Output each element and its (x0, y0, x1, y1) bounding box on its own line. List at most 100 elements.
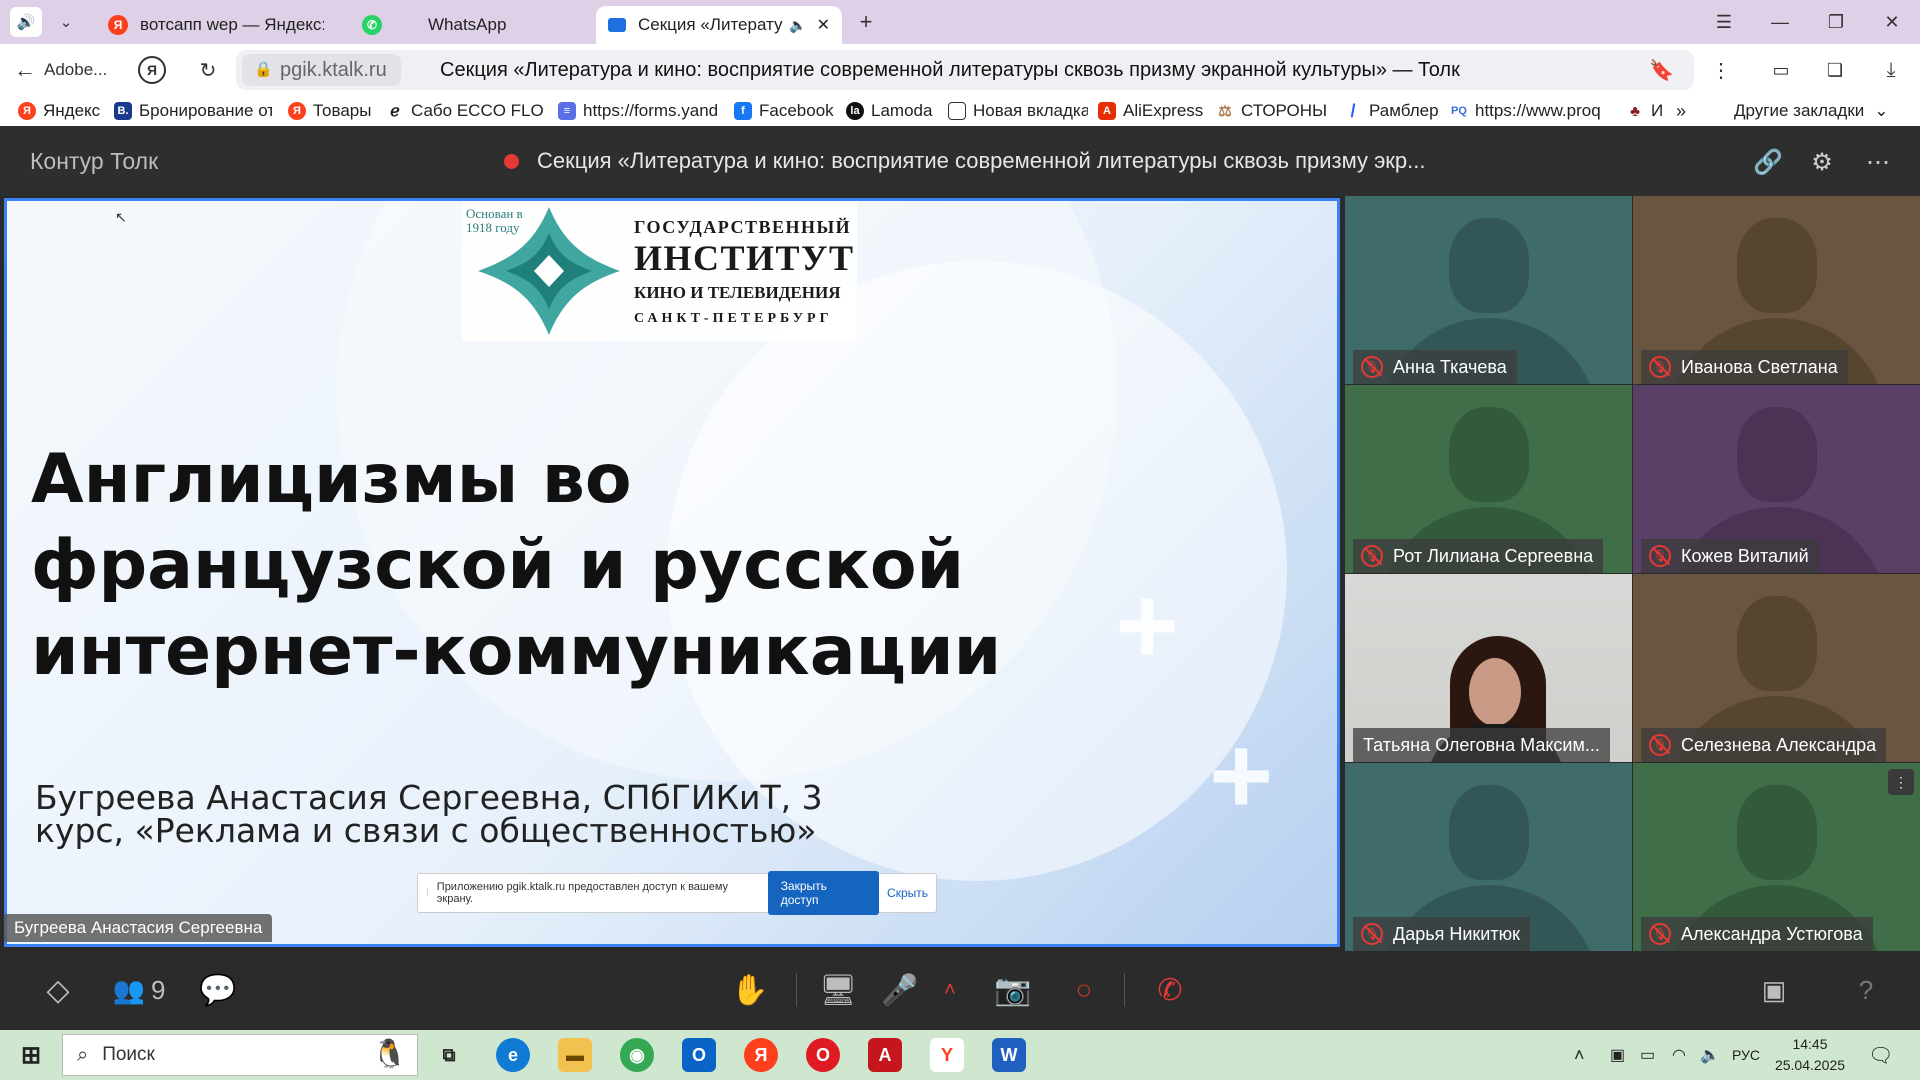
participant-tile[interactable]: 🎙 Анна Ткачева (1345, 196, 1632, 384)
outlook-icon[interactable]: O (682, 1038, 716, 1072)
participant-tile[interactable]: 🎙 Рот Лилиана Сергеевна (1345, 385, 1632, 573)
mic-off-icon: 🎙 (1649, 734, 1671, 756)
tab-list-chevron-icon[interactable]: ⌄ (50, 7, 82, 37)
gear-icon[interactable]: ⚙ (1806, 146, 1838, 178)
stop-sharing-button[interactable]: Закрыть доступ (767, 871, 880, 915)
collections-icon[interactable]: ❏ (1818, 54, 1852, 86)
tab-yandex-search[interactable]: Я вотсапп wep — Яндекс: на (96, 6, 336, 44)
bookmark-item[interactable]: ♣ И (1626, 98, 1662, 124)
participant-tile[interactable]: 🎙 Селезнева Александра (1633, 574, 1920, 762)
bookmark-item[interactable]: Я Товары (288, 98, 374, 124)
taskbar-clock[interactable]: 14:45 25.04.2025 (1770, 1034, 1850, 1076)
domain-pill[interactable]: 🔒 pgik.ktalk.ru (242, 54, 401, 86)
omnibox[interactable]: 🔒 pgik.ktalk.ru Секция «Литература и кин… (236, 50, 1694, 90)
bookmark-item[interactable]: PQ https://www.proq (1450, 98, 1610, 124)
bookmark-icon[interactable]: 🔖 (1649, 58, 1674, 83)
bookmark-item[interactable]: A AliExpress (1098, 98, 1206, 124)
chat-icon[interactable]: 💬 (198, 969, 238, 1011)
link-icon[interactable]: 🔗 (1752, 146, 1784, 178)
screen-share-stage: + + ↖ Основан в 1918 году ГОСУДАРСТВЕННЫ… (0, 196, 1345, 951)
layout-icon[interactable]: ▣ (1754, 969, 1794, 1011)
participant-tile[interactable]: ⋮ 🎙 Александра Устюгова (1633, 763, 1920, 951)
lock-icon: 🔒 (254, 61, 273, 78)
chevron-down-icon: ⌄ (1874, 101, 1889, 120)
notifications-icon[interactable]: 🗨 (1868, 1030, 1893, 1080)
bookmark-item[interactable]: / Рамблер (1344, 98, 1438, 124)
volume-icon[interactable]: 🔈 (1700, 1030, 1720, 1080)
drag-handle-icon[interactable]: ⁞ (426, 888, 429, 899)
bookmark-item[interactable]: B. Бронирование от (114, 98, 272, 124)
app-brand[interactable]: Контур Толк (30, 126, 158, 196)
acrobat-icon[interactable]: A (868, 1038, 902, 1072)
help-icon[interactable]: ? (1848, 969, 1884, 1011)
close-window-icon[interactable]: ✕ (1864, 0, 1920, 44)
yandex-app-icon[interactable]: Я (744, 1038, 778, 1072)
mic-warning-icon[interactable]: 🎤 (880, 969, 920, 1011)
apps-shapes-icon[interactable]: ◇ (38, 969, 78, 1011)
screen-share-icon[interactable]: 🖥 (818, 969, 858, 1011)
tray-overflow-chevron-icon[interactable]: ˄ (1574, 1030, 1585, 1080)
edge-icon[interactable]: e (496, 1038, 530, 1072)
bookmark-item[interactable]: f Facebook (734, 98, 834, 124)
camera-off-icon[interactable]: 📷 (990, 969, 1036, 1011)
participant-tile[interactable]: 🎙 Кожев Виталий (1633, 385, 1920, 573)
bookmark-item[interactable]: ⚖ СТОРОНЫ (1216, 98, 1330, 124)
presentation-slide: + + ↖ Основан в 1918 году ГОСУДАРСТВЕННЫ… (4, 198, 1340, 947)
bookmark-item[interactable]: ≡ https://forms.yand (558, 98, 718, 124)
more-bookmarks-chevron-icon[interactable]: » (1676, 98, 1696, 124)
tab-audio-icon[interactable]: 🔈 (789, 17, 806, 34)
page-title: Секция «Литература и кино: восприятие со… (440, 58, 1460, 81)
participant-tile[interactable]: 🎙 Дарья Никитюк (1345, 763, 1632, 951)
bookmark-favicon-icon: Я (18, 102, 36, 120)
speaker-icon[interactable]: 🔊 (10, 7, 42, 37)
participant-name-bar: 🎙 Александра Устюгова (1641, 917, 1873, 951)
hide-notice-link[interactable]: Скрыть (887, 886, 928, 900)
word-icon[interactable]: W (992, 1038, 1026, 1072)
minimize-icon[interactable]: — (1752, 0, 1808, 44)
page-icon (948, 102, 966, 120)
wifi-icon[interactable]: ◠ (1672, 1030, 1686, 1080)
address-bar-row: ← Adobe... Я ↻ 🔒 pgik.ktalk.ru Секция «Л… (0, 44, 1920, 96)
participants-button[interactable]: 👥 9 (106, 969, 172, 1011)
bookmark-item[interactable]: Новая вкладка (948, 98, 1088, 124)
battery-saver-icon[interactable]: ▭ (1764, 54, 1798, 86)
screen-share-notice: ⁞ Приложению pgik.ktalk.ru предоставлен … (417, 871, 937, 915)
new-tab-button[interactable]: + (850, 7, 882, 37)
raise-hand-icon[interactable]: ✋ (730, 969, 770, 1011)
maximize-icon[interactable]: ❐ (1808, 0, 1864, 44)
bookmarks-bar: Я Яндекс B. Бронирование от Я Товары ℯ Сабо … (0, 96, 1920, 126)
tab-ktalk-active[interactable]: Секция «Литератур 🔈 ✕ (596, 6, 842, 44)
yandex-browser-icon[interactable]: Y (930, 1038, 964, 1072)
file-explorer-icon[interactable]: ▬ (558, 1038, 592, 1072)
downloads-icon[interactable]: ⤓ (1874, 54, 1908, 86)
task-view-icon[interactable]: ⧉ (432, 1038, 466, 1072)
participant-name-bar: 🎙 Дарья Никитюк (1353, 917, 1530, 951)
reload-icon[interactable]: ↻ (192, 54, 224, 86)
hang-up-icon[interactable]: ✆ (1150, 969, 1190, 1011)
participant-tile-video[interactable]: Татьяна Олеговна Максим... (1345, 574, 1632, 762)
record-icon[interactable]: ○ (1064, 969, 1104, 1011)
windows-start-icon[interactable]: ⊞ (14, 1038, 48, 1072)
decorative-plus-icon: + (1209, 714, 1274, 837)
close-tab-icon[interactable]: ✕ (817, 15, 830, 35)
video-icon (608, 18, 626, 32)
participant-tile[interactable]: 🎙 Иванова Светлана (1633, 196, 1920, 384)
more-horizontal-icon[interactable]: ⋯ (1862, 146, 1894, 178)
taskbar-search-input[interactable]: ⌕ Поиск 🐧 (62, 1034, 418, 1076)
more-vertical-icon[interactable]: ⋮ (1706, 54, 1736, 86)
language-indicator[interactable]: РУС (1732, 1030, 1760, 1080)
tabs-menu-icon[interactable]: ☰ (1696, 0, 1752, 44)
mic-options-chevron-icon[interactable]: ˄ (938, 969, 962, 1011)
bookmark-item[interactable]: Я Яндекс (18, 98, 118, 124)
tile-menu-icon[interactable]: ⋮ (1888, 769, 1914, 795)
chrome-icon[interactable]: ◉ (620, 1038, 654, 1072)
back-button[interactable]: ← Adobe... (14, 54, 107, 86)
yandex-button-icon[interactable]: Я (138, 56, 166, 84)
other-bookmarks[interactable]: Другие закладки ⌄ (1734, 98, 1904, 124)
opera-icon[interactable]: O (806, 1038, 840, 1072)
battery-icon[interactable]: ▭ (1640, 1030, 1655, 1080)
bookmark-item[interactable]: la Lamoda (846, 98, 940, 124)
tab-whatsapp[interactable]: ✆ WhatsApp (350, 6, 590, 44)
tray-app-icon[interactable]: ▣ (1610, 1030, 1625, 1080)
bookmark-item[interactable]: ℯСабо ECCO FLOW (386, 98, 544, 124)
